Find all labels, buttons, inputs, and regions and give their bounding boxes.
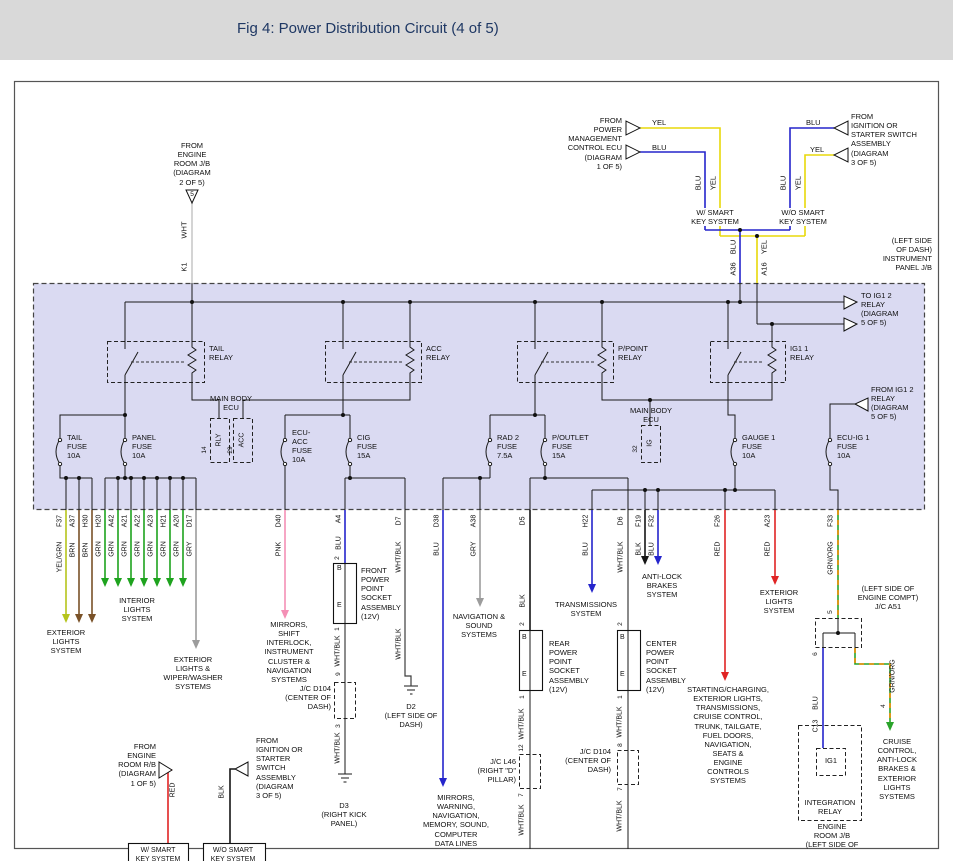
grnorg-wires (838, 510, 890, 722)
engine-room-jb-triangle (186, 190, 198, 203)
ig1-integration-relay-box (817, 749, 846, 776)
whtblk-wires (405, 510, 628, 686)
page: { "theme": {"header_bg":"#d9d9d9","title… (0, 0, 953, 861)
brn-wires (79, 510, 92, 614)
wiring-diagram-canvas (0, 0, 953, 861)
red-wires (168, 510, 775, 846)
grnorg-overlay (838, 510, 890, 722)
ground-symbols (338, 686, 418, 782)
power-mgmt-blu-triangle (626, 145, 640, 159)
socket-boxes (129, 564, 641, 862)
rear-power-point-box (520, 631, 543, 691)
gry-wires (196, 510, 480, 640)
engine-room-jb-outer-box (799, 726, 862, 821)
engine-room-rb-triangle (159, 762, 172, 778)
grn-wires (105, 510, 183, 578)
ignition-bottom-triangle (235, 762, 248, 776)
instrument-panel-jb-box (34, 284, 925, 510)
ignition-blu-triangle (834, 121, 848, 135)
power-mgmt-yel-triangle (626, 121, 640, 135)
w-smart-bottom-box (129, 844, 189, 862)
center-power-point-box (618, 631, 641, 691)
wire-arrows (62, 556, 894, 787)
wo-smart-bottom-box (204, 844, 266, 862)
blk-wires (230, 510, 645, 846)
ignition-yel-triangle (834, 148, 848, 162)
